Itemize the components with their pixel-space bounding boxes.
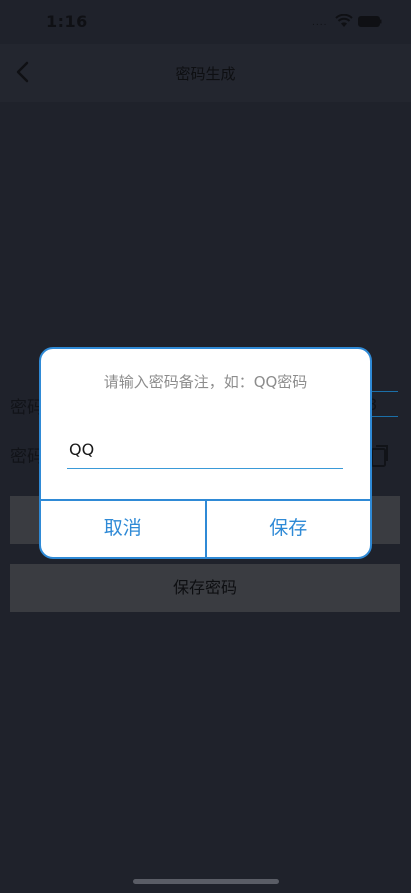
status-bar: 1:16 .... bbox=[0, 0, 411, 44]
nav-bar: 密码生成 bbox=[0, 44, 411, 102]
save-password-button[interactable]: 保存密码 bbox=[10, 564, 400, 612]
save-button[interactable]: 保存 bbox=[204, 501, 371, 557]
dialog-prompt: 请输入密码备注，如：QQ密码 bbox=[103, 373, 308, 391]
dialog-actions: 取消 保存 bbox=[41, 499, 370, 557]
note-input[interactable] bbox=[67, 435, 343, 469]
status-time: 1:16 bbox=[46, 12, 88, 31]
home-indicator[interactable] bbox=[133, 879, 279, 884]
note-dialog: 请输入密码备注，如：QQ密码 取消 保存 bbox=[39, 347, 372, 559]
signal-dots: .... bbox=[312, 18, 328, 28]
screen: 1:16 .... 密码生成 密码 8 密码 保存密码 请输入密码备注，如：QQ… bbox=[0, 0, 411, 893]
page-title: 密码生成 bbox=[175, 65, 236, 83]
cancel-button[interactable]: 取消 bbox=[41, 501, 205, 557]
battery-icon bbox=[358, 16, 382, 27]
wifi-icon bbox=[335, 14, 353, 27]
